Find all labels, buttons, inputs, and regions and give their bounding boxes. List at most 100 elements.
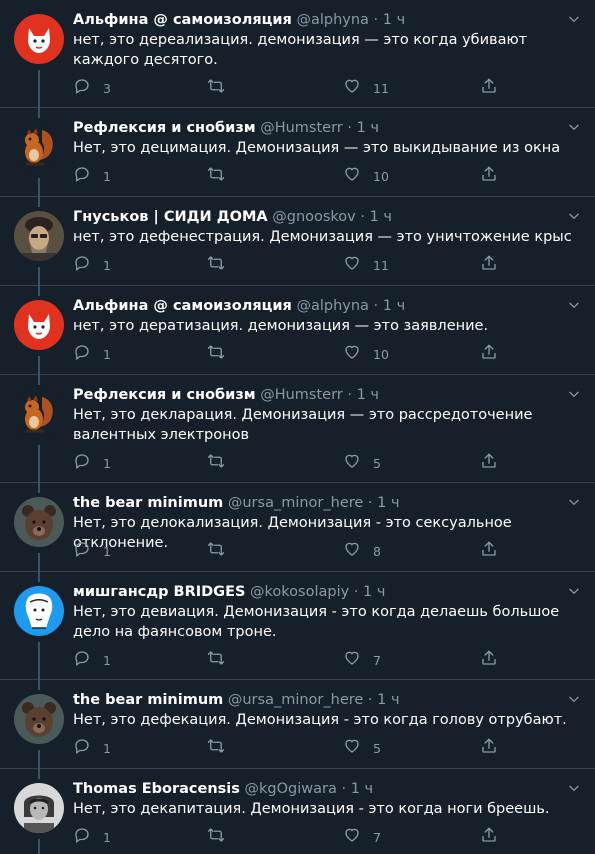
share-icon — [480, 540, 498, 562]
tweet[interactable]: Рефлексия и снобизм @Humsterr · 1 ч Нет,… — [0, 108, 595, 197]
tweet[interactable]: Рефлексия и снобизм @Humsterr · 1 ч Нет,… — [0, 375, 595, 483]
retweet-button[interactable] — [207, 344, 225, 364]
timestamp[interactable]: 1 ч — [357, 120, 379, 136]
reply-button[interactable]: 1 — [73, 255, 111, 275]
tweet[interactable]: the bear minimum @ursa_minor_here · 1 ч … — [0, 483, 595, 572]
timestamp[interactable]: 1 ч — [383, 298, 405, 314]
share-button[interactable] — [480, 255, 498, 275]
like-button[interactable]: 8 — [343, 541, 381, 561]
display-name[interactable]: Альфина @ самоизоляция — [73, 12, 292, 28]
retweet-icon — [207, 343, 225, 365]
timestamp[interactable]: 1 ч — [351, 781, 373, 797]
user-handle[interactable]: @alphyna — [296, 12, 368, 28]
display-name[interactable]: the bear minimum — [73, 692, 223, 708]
tweet[interactable]: Thomas Eboracensis @kgOgiwara · 1 ч Нет,… — [0, 769, 595, 854]
reply-button[interactable]: 1 — [73, 166, 111, 186]
retweet-button[interactable] — [207, 166, 225, 186]
chevron-down-icon[interactable] — [567, 494, 581, 508]
tweet[interactable]: Альфина @ самоизоляция @alphyna · 1 ч не… — [0, 286, 595, 375]
chevron-down-icon[interactable] — [567, 691, 581, 705]
retweet-button[interactable] — [207, 650, 225, 670]
tweet[interactable]: Альфина @ самоизоляция @alphyna · 1 ч не… — [0, 0, 595, 108]
retweet-button[interactable] — [207, 78, 225, 98]
user-handle[interactable]: @ursa_minor_here — [228, 692, 363, 708]
tweet[interactable]: мишгансдр BRIDGES @kokosolapiy · 1 ч Нет… — [0, 572, 595, 680]
display-name[interactable]: the bear minimum — [73, 495, 223, 511]
avatar[interactable] — [14, 783, 64, 833]
reply-button[interactable]: 1 — [73, 650, 111, 670]
display-name[interactable]: Гнуськов | СИДИ ДОМА — [73, 209, 268, 225]
tweet-header: Альфина @ самоизоляция @alphyna · 1 ч — [73, 10, 555, 30]
tweet[interactable]: the bear minimum @ursa_minor_here · 1 ч … — [0, 680, 595, 769]
chevron-down-icon[interactable] — [567, 583, 581, 597]
avatar[interactable] — [14, 211, 64, 261]
like-button[interactable]: 7 — [343, 650, 381, 670]
display-name[interactable]: Рефлексия и снобизм — [73, 120, 256, 136]
share-button[interactable] — [480, 650, 498, 670]
timestamp[interactable]: 1 ч — [357, 387, 379, 403]
timestamp[interactable]: 1 ч — [377, 692, 399, 708]
avatar[interactable] — [14, 389, 64, 439]
avatar[interactable] — [14, 586, 64, 636]
chevron-down-icon[interactable] — [567, 11, 581, 25]
user-handle[interactable]: @Humsterr — [260, 120, 343, 136]
reply-button[interactable]: 1 — [73, 541, 111, 561]
share-button[interactable] — [480, 541, 498, 561]
like-count: 5 — [373, 455, 381, 471]
display-name[interactable]: Рефлексия и снобизм — [73, 387, 256, 403]
reply-button[interactable]: 1 — [73, 827, 111, 847]
chevron-down-icon[interactable] — [567, 119, 581, 133]
chevron-down-icon[interactable] — [567, 297, 581, 311]
avatar[interactable] — [14, 14, 64, 64]
chevron-down-icon[interactable] — [567, 386, 581, 400]
thread-line — [38, 553, 40, 572]
share-button[interactable] — [480, 344, 498, 364]
reply-count: 3 — [103, 80, 111, 96]
timestamp[interactable]: 1 ч — [370, 209, 392, 225]
tweet-actions: 1 7 — [73, 650, 513, 670]
avatar[interactable] — [14, 694, 64, 744]
like-button[interactable]: 11 — [343, 78, 389, 98]
share-button[interactable] — [480, 166, 498, 186]
user-handle[interactable]: @kokosolapiy — [250, 584, 349, 600]
chevron-down-icon[interactable] — [567, 780, 581, 794]
user-handle[interactable]: @ursa_minor_here — [228, 495, 363, 511]
retweet-button[interactable] — [207, 827, 225, 847]
heart-icon — [343, 540, 361, 562]
reply-button[interactable]: 1 — [73, 453, 111, 473]
share-button[interactable] — [480, 738, 498, 758]
display-name[interactable]: мишгансдр BRIDGES — [73, 584, 245, 600]
avatar[interactable] — [14, 300, 64, 350]
display-name[interactable]: Thomas Eboracensis — [73, 781, 240, 797]
user-handle[interactable]: @alphyna — [296, 298, 368, 314]
retweet-button[interactable] — [207, 541, 225, 561]
like-button[interactable]: 7 — [343, 827, 381, 847]
tweet-header: the bear minimum @ursa_minor_here · 1 ч — [73, 493, 555, 513]
user-handle[interactable]: @kgOgiwara — [245, 781, 337, 797]
retweet-button[interactable] — [207, 738, 225, 758]
display-name[interactable]: Альфина @ самоизоляция — [73, 298, 292, 314]
retweet-button[interactable] — [207, 255, 225, 275]
tweet[interactable]: Гнуськов | СИДИ ДОМА @gnooskov · 1 ч нет… — [0, 197, 595, 286]
chevron-down-icon[interactable] — [567, 208, 581, 222]
like-button[interactable]: 11 — [343, 255, 389, 275]
user-handle[interactable]: @Humsterr — [260, 387, 343, 403]
timestamp[interactable]: 1 ч — [363, 584, 385, 600]
share-button[interactable] — [480, 453, 498, 473]
like-button[interactable]: 5 — [343, 738, 381, 758]
share-icon — [480, 165, 498, 187]
avatar[interactable] — [14, 497, 64, 547]
share-button[interactable] — [480, 827, 498, 847]
share-button[interactable] — [480, 78, 498, 98]
reply-button[interactable]: 3 — [73, 78, 111, 98]
reply-button[interactable]: 1 — [73, 344, 111, 364]
like-button[interactable]: 10 — [343, 344, 389, 364]
like-button[interactable]: 10 — [343, 166, 389, 186]
reply-button[interactable]: 1 — [73, 738, 111, 758]
timestamp[interactable]: 1 ч — [383, 12, 405, 28]
retweet-button[interactable] — [207, 453, 225, 473]
timestamp[interactable]: 1 ч — [377, 495, 399, 511]
avatar[interactable] — [14, 122, 64, 172]
like-button[interactable]: 5 — [343, 453, 381, 473]
user-handle[interactable]: @gnooskov — [272, 209, 356, 225]
